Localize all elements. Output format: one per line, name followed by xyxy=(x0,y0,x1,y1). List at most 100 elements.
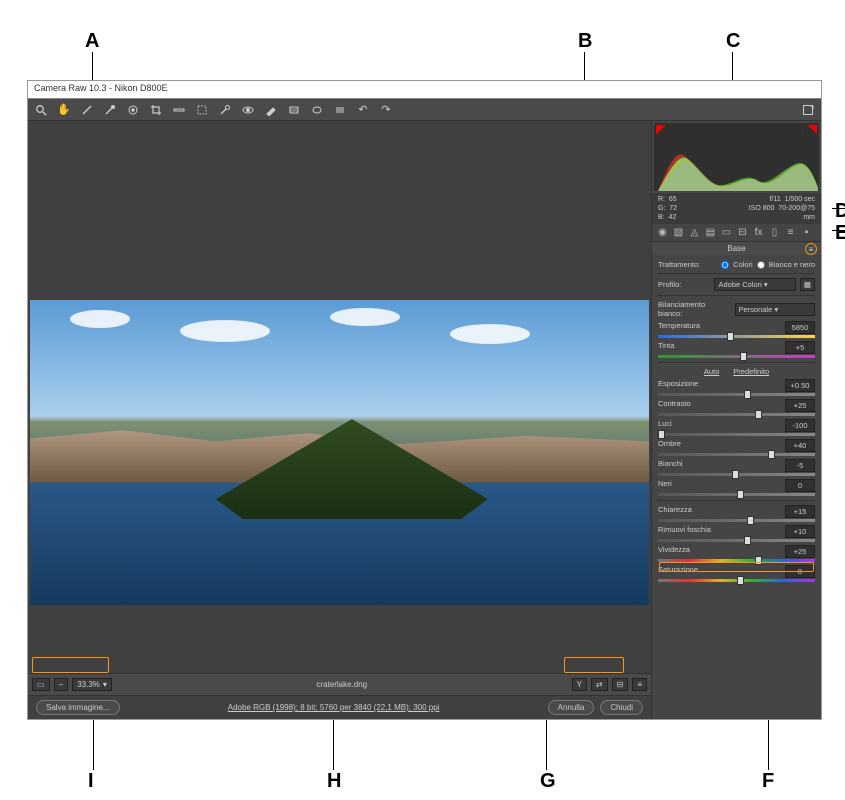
whites-track[interactable] xyxy=(658,473,815,476)
vibrance-track[interactable] xyxy=(658,559,815,562)
contrast-value[interactable]: +25 xyxy=(785,399,815,412)
highlights-slider[interactable]: Luci-100 xyxy=(658,419,815,436)
red-eye-tool[interactable] xyxy=(241,103,255,117)
whites-slider[interactable]: Bianchi-5 xyxy=(658,459,815,476)
radial-filter-tool[interactable] xyxy=(310,103,324,117)
zoom-level[interactable]: 33.3% ▾ xyxy=(72,678,112,691)
exposure-slider[interactable]: Esposizione +0.50 xyxy=(658,379,815,396)
vibrance-value[interactable]: +25 xyxy=(785,545,815,558)
contrast-track[interactable] xyxy=(658,413,815,416)
tab-snapshots[interactable]: ▪ xyxy=(800,227,813,238)
profile-select[interactable]: Adobe Colori ▾ xyxy=(714,278,795,291)
copy-settings-button[interactable]: ⊟ xyxy=(612,678,629,691)
panel-menu-button[interactable]: ≡ xyxy=(805,243,817,255)
temperature-track[interactable] xyxy=(658,335,815,338)
zoom-out-button[interactable]: − xyxy=(54,678,69,691)
hand-tool[interactable]: ✋ xyxy=(57,103,71,117)
preferences-tool[interactable] xyxy=(333,103,347,117)
whites-knob[interactable] xyxy=(732,470,739,479)
blacks-track[interactable] xyxy=(658,493,815,496)
before-after-button[interactable]: Y xyxy=(572,678,587,691)
treatment-color-radio[interactable] xyxy=(721,261,729,269)
rotate-cw-tool[interactable]: ↷ xyxy=(379,103,393,117)
shadows-track[interactable] xyxy=(658,453,815,456)
blacks-knob[interactable] xyxy=(737,490,744,499)
saturation-slider[interactable]: Saturazione0 xyxy=(658,565,815,582)
temperature-slider[interactable]: Temperatura5850 xyxy=(658,321,815,338)
treatment-bw-radio[interactable] xyxy=(757,261,765,269)
shadows-knob[interactable] xyxy=(768,450,775,459)
save-image-button[interactable]: Salva immagine... xyxy=(36,700,120,715)
clarity-value[interactable]: +15 xyxy=(785,505,815,518)
vibrance-slider[interactable]: Vividezza+25 xyxy=(658,545,815,562)
histogram[interactable] xyxy=(654,123,819,191)
exposure-knob[interactable] xyxy=(744,390,751,399)
spot-removal-tool[interactable] xyxy=(218,103,232,117)
tint-knob[interactable] xyxy=(740,352,747,361)
straighten-tool[interactable] xyxy=(172,103,186,117)
shadow-clipping-icon[interactable] xyxy=(656,125,666,135)
tab-detail[interactable]: ◬ xyxy=(688,227,701,238)
shadows-value[interactable]: +40 xyxy=(785,439,815,452)
exposure-value[interactable]: +0.50 xyxy=(785,379,815,392)
default-link[interactable]: Predefinito xyxy=(733,367,769,376)
dehaze-value[interactable]: +10 xyxy=(785,525,815,538)
swap-button[interactable]: ⇄ xyxy=(591,678,608,691)
view-options-button[interactable]: ≡ xyxy=(632,678,647,691)
color-sampler-tool[interactable] xyxy=(103,103,117,117)
white-balance-tool[interactable] xyxy=(80,103,94,117)
zoom-tool[interactable] xyxy=(34,103,48,117)
clarity-track[interactable] xyxy=(658,519,815,522)
auto-link[interactable]: Auto xyxy=(704,367,719,376)
graduated-filter-tool[interactable] xyxy=(287,103,301,117)
tab-tone-curve[interactable]: ▧ xyxy=(672,227,685,238)
filmstrip-toggle[interactable]: ▭ xyxy=(32,678,50,691)
adjustment-brush-tool[interactable] xyxy=(264,103,278,117)
contrast-knob[interactable] xyxy=(755,410,762,419)
tab-lens[interactable]: ⊟ xyxy=(736,227,749,238)
crop-tool[interactable] xyxy=(149,103,163,117)
exposure-label: Esposizione xyxy=(658,379,698,392)
saturation-knob[interactable] xyxy=(737,576,744,585)
dehaze-knob[interactable] xyxy=(744,536,751,545)
tint-track[interactable] xyxy=(658,355,815,358)
blacks-slider[interactable]: Neri0 xyxy=(658,479,815,496)
vibrance-knob[interactable] xyxy=(755,556,762,565)
clarity-slider[interactable]: Chiarezza+15 xyxy=(658,505,815,522)
exposure-track[interactable] xyxy=(658,393,815,396)
shadows-slider[interactable]: Ombre+40 xyxy=(658,439,815,456)
tab-hsl[interactable]: ▤ xyxy=(704,227,717,238)
tab-presets[interactable]: ≡ xyxy=(784,227,797,238)
clarity-knob[interactable] xyxy=(747,516,754,525)
temperature-value[interactable]: 5850 xyxy=(785,321,815,334)
blacks-value[interactable]: 0 xyxy=(785,479,815,492)
cancel-button[interactable]: Annulla xyxy=(548,700,595,715)
dehaze-track[interactable] xyxy=(658,539,815,542)
done-button[interactable]: Chiudi xyxy=(600,700,643,715)
temperature-knob[interactable] xyxy=(727,332,734,341)
saturation-track[interactable] xyxy=(658,579,815,582)
chevron-down-icon: ▾ xyxy=(103,680,107,689)
dehaze-slider[interactable]: Rimuovi foschia+10 xyxy=(658,525,815,542)
tint-value[interactable]: +5 xyxy=(785,341,815,354)
contrast-slider[interactable]: Contrasto+25 xyxy=(658,399,815,416)
tab-basic[interactable]: ◉ xyxy=(656,227,669,238)
saturation-value[interactable]: 0 xyxy=(785,565,815,578)
tab-split-toning[interactable]: ▭ xyxy=(720,227,733,238)
targeted-adjustment-tool[interactable] xyxy=(126,103,140,117)
rotate-ccw-tool[interactable]: ↶ xyxy=(356,103,370,117)
workflow-options-link[interactable]: Adobe RGB (1998); 8 bit; 5760 per 3840 (… xyxy=(228,703,440,712)
wb-select[interactable]: Personale ▾ xyxy=(735,303,816,316)
highlight-clipping-icon[interactable] xyxy=(807,125,817,135)
tint-slider[interactable]: Tinta+5 xyxy=(658,341,815,358)
tab-calibration[interactable]: ▯ xyxy=(768,227,781,238)
whites-value[interactable]: -5 xyxy=(785,459,815,472)
highlights-track[interactable] xyxy=(658,433,815,436)
tab-effects[interactable]: fx xyxy=(752,227,765,238)
transform-tool[interactable] xyxy=(195,103,209,117)
fullscreen-button[interactable] xyxy=(801,103,815,117)
highlights-value[interactable]: -100 xyxy=(785,419,815,432)
profile-browser-button[interactable]: ▦ xyxy=(800,278,815,291)
highlights-knob[interactable] xyxy=(658,430,665,439)
preview-area[interactable] xyxy=(28,121,651,673)
